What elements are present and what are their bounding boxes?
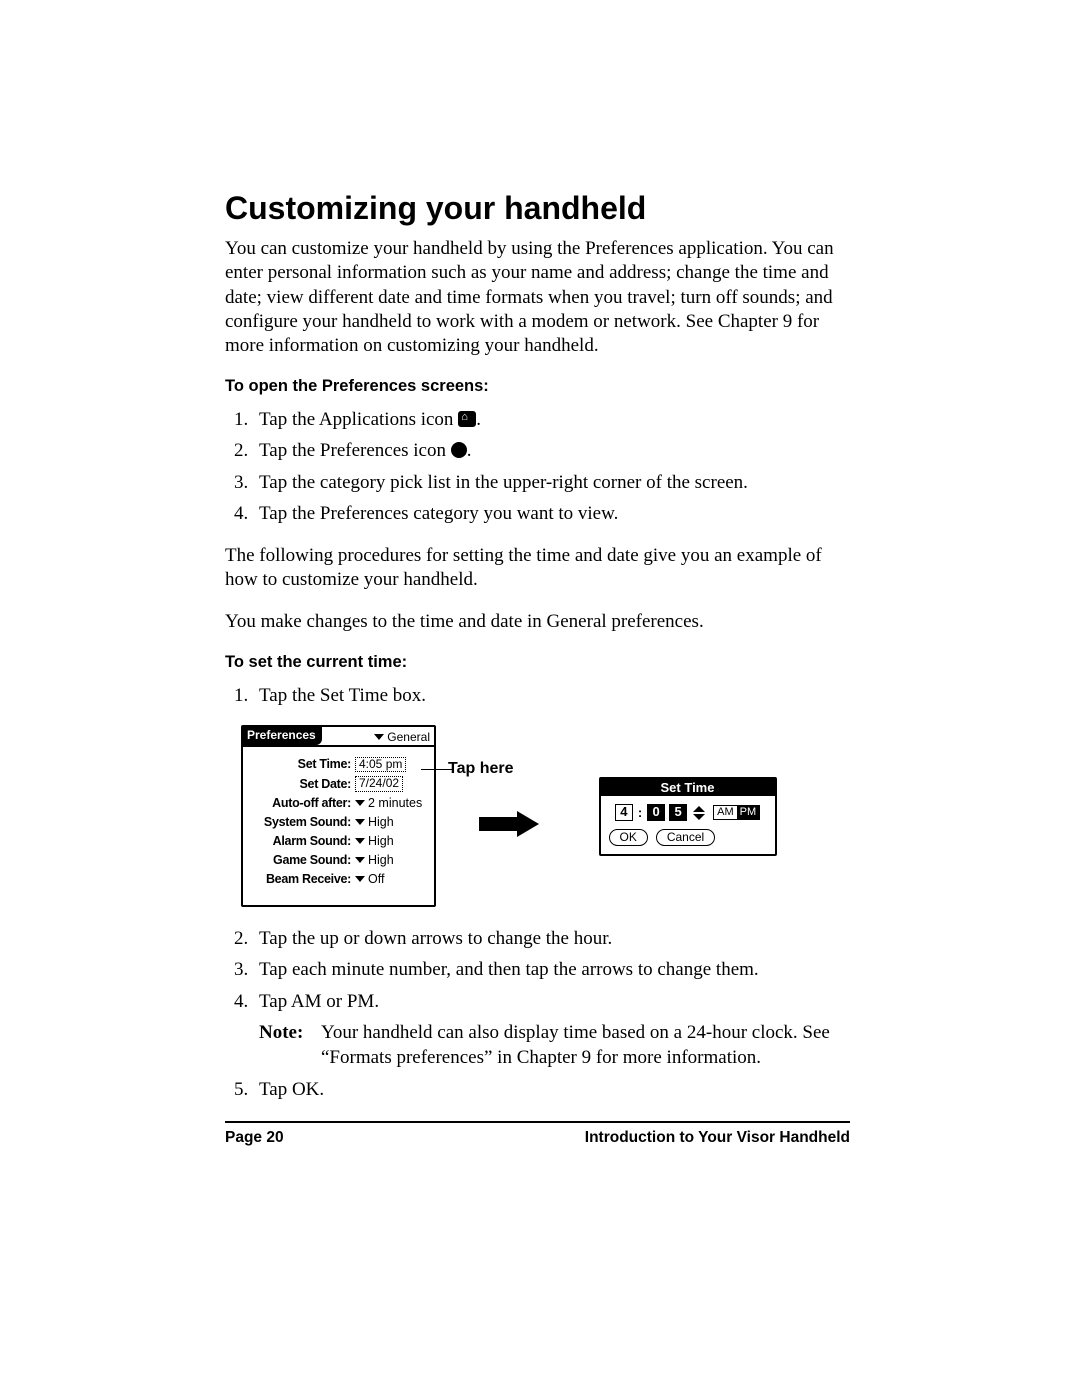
set-time-step-4-text: Tap AM or PM. bbox=[259, 991, 379, 1012]
callout-tap-here: Tap here bbox=[448, 760, 514, 778]
am-option[interactable]: AM bbox=[714, 806, 737, 819]
set-time-step-4: Tap AM or PM. Note: Your handheld can al… bbox=[253, 988, 850, 1070]
alarm-sound-picklist[interactable]: High bbox=[355, 834, 394, 849]
game-sound-label: Game Sound: bbox=[251, 853, 351, 868]
game-sound-picklist[interactable]: High bbox=[355, 853, 394, 868]
ok-button[interactable]: OK bbox=[609, 829, 648, 845]
system-sound-picklist[interactable]: High bbox=[355, 815, 394, 830]
spinner bbox=[693, 806, 705, 820]
section-set-time-title: To set the current time: bbox=[225, 653, 850, 672]
step-1-text-a: Tap the Applications icon bbox=[259, 409, 458, 430]
pm-option[interactable]: PM bbox=[737, 806, 760, 819]
alarm-sound-value: High bbox=[368, 834, 394, 849]
arrow-down-icon[interactable] bbox=[693, 814, 705, 820]
step-4: Tap the Preferences category you want to… bbox=[253, 500, 850, 528]
row-set-date: Set Date: 7/24/02 bbox=[251, 776, 426, 791]
step-2: Tap the Preferences icon . bbox=[253, 437, 850, 465]
set-date-box[interactable]: 7/24/02 bbox=[355, 776, 403, 791]
row-set-time: Set Time: 4:05 pm bbox=[251, 757, 426, 772]
set-time-dialog-title: Set Time bbox=[601, 779, 775, 796]
system-sound-value: High bbox=[368, 815, 394, 830]
note-block: Note: Your handheld can also display tim… bbox=[259, 1021, 850, 1070]
preferences-icon bbox=[451, 442, 467, 458]
beam-receive-label: Beam Receive: bbox=[251, 872, 351, 887]
footer-page-number: Page 20 bbox=[225, 1129, 284, 1147]
set-time-label: Set Time: bbox=[251, 757, 351, 772]
set-time-step-1: Tap the Set Time box. bbox=[253, 682, 850, 710]
note-text: Your handheld can also display time base… bbox=[321, 1021, 850, 1070]
auto-off-value: 2 minutes bbox=[368, 796, 422, 811]
note-label: Note: bbox=[259, 1021, 321, 1070]
beam-receive-picklist[interactable]: Off bbox=[355, 872, 384, 887]
system-sound-label: System Sound: bbox=[251, 815, 351, 830]
applications-icon bbox=[458, 411, 476, 427]
time-row: 4 : 0 5 AM PM bbox=[609, 804, 767, 821]
dialog-button-row: OK Cancel bbox=[609, 829, 767, 845]
dropdown-triangle-icon bbox=[355, 876, 365, 882]
cancel-button[interactable]: Cancel bbox=[656, 829, 715, 845]
dropdown-triangle-icon bbox=[355, 819, 365, 825]
category-label: General bbox=[387, 730, 430, 744]
step-3: Tap the category pick list in the upper-… bbox=[253, 469, 850, 497]
minute-ones-box[interactable]: 5 bbox=[669, 804, 687, 821]
auto-off-picklist[interactable]: 2 minutes bbox=[355, 796, 422, 811]
page: Customizing your handheld You can custom… bbox=[0, 0, 1080, 1397]
row-game-sound: Game Sound: High bbox=[251, 853, 426, 868]
preferences-title: Preferences bbox=[243, 727, 322, 745]
category-picklist[interactable]: General bbox=[374, 727, 434, 745]
colon: : bbox=[637, 805, 643, 820]
row-beam-receive: Beam Receive: Off bbox=[251, 872, 426, 887]
beam-receive-value: Off bbox=[368, 872, 384, 887]
row-auto-off: Auto-off after: 2 minutes bbox=[251, 796, 426, 811]
figure-row: Preferences General Set Time: 4:05 pm Se… bbox=[241, 725, 850, 906]
minute-tens-box[interactable]: 0 bbox=[647, 804, 665, 821]
leader-line bbox=[421, 769, 453, 770]
step-1-text-b: . bbox=[476, 409, 481, 430]
arrow-icon bbox=[479, 811, 545, 837]
preferences-titlebar: Preferences General bbox=[243, 727, 434, 747]
alarm-sound-label: Alarm Sound: bbox=[251, 834, 351, 849]
set-time-step-2: Tap the up or down arrows to change the … bbox=[253, 925, 850, 953]
auto-off-label: Auto-off after: bbox=[251, 796, 351, 811]
paragraph-general-prefs: You make changes to the time and date in… bbox=[225, 610, 850, 634]
set-date-label: Set Date: bbox=[251, 777, 351, 792]
section-open-prefs-title: To open the Preferences screens: bbox=[225, 377, 850, 396]
step-2-text-a: Tap the Preferences icon bbox=[259, 440, 451, 461]
set-time-box[interactable]: 4:05 pm bbox=[355, 757, 406, 772]
dropdown-triangle-icon bbox=[355, 857, 365, 863]
steps-set-time-cont: Tap the up or down arrows to change the … bbox=[225, 925, 850, 1104]
preferences-body: Set Time: 4:05 pm Set Date: 7/24/02 Auto… bbox=[243, 747, 434, 904]
game-sound-value: High bbox=[368, 853, 394, 868]
dropdown-triangle-icon bbox=[355, 800, 365, 806]
heading: Customizing your handheld bbox=[225, 190, 850, 227]
set-time-dialog: Set Time 4 : 0 5 AM PM bbox=[599, 777, 777, 855]
footer: Page 20 Introduction to Your Visor Handh… bbox=[225, 1121, 850, 1147]
dropdown-triangle-icon bbox=[374, 734, 384, 740]
footer-chapter-title: Introduction to Your Visor Handheld bbox=[585, 1129, 850, 1147]
arrow-up-icon[interactable] bbox=[693, 806, 705, 812]
set-time-step-5: Tap OK. bbox=[253, 1076, 850, 1104]
set-time-dialog-body: 4 : 0 5 AM PM OK Cancel bbox=[601, 796, 775, 853]
step-2-text-b: . bbox=[467, 440, 472, 461]
row-system-sound: System Sound: High bbox=[251, 815, 426, 830]
set-time-step-3: Tap each minute number, and then tap the… bbox=[253, 956, 850, 984]
dropdown-triangle-icon bbox=[355, 838, 365, 844]
steps-open-prefs: Tap the Applications icon . Tap the Pref… bbox=[225, 406, 850, 528]
intro-paragraph: You can customize your handheld by using… bbox=[225, 237, 850, 359]
am-pm-toggle[interactable]: AM PM bbox=[713, 805, 760, 820]
preferences-screen: Preferences General Set Time: 4:05 pm Se… bbox=[241, 725, 436, 906]
row-alarm-sound: Alarm Sound: High bbox=[251, 834, 426, 849]
step-1: Tap the Applications icon . bbox=[253, 406, 850, 434]
paragraph-following: The following procedures for setting the… bbox=[225, 544, 850, 593]
steps-set-time: Tap the Set Time box. bbox=[225, 682, 850, 710]
hour-box[interactable]: 4 bbox=[615, 804, 633, 821]
